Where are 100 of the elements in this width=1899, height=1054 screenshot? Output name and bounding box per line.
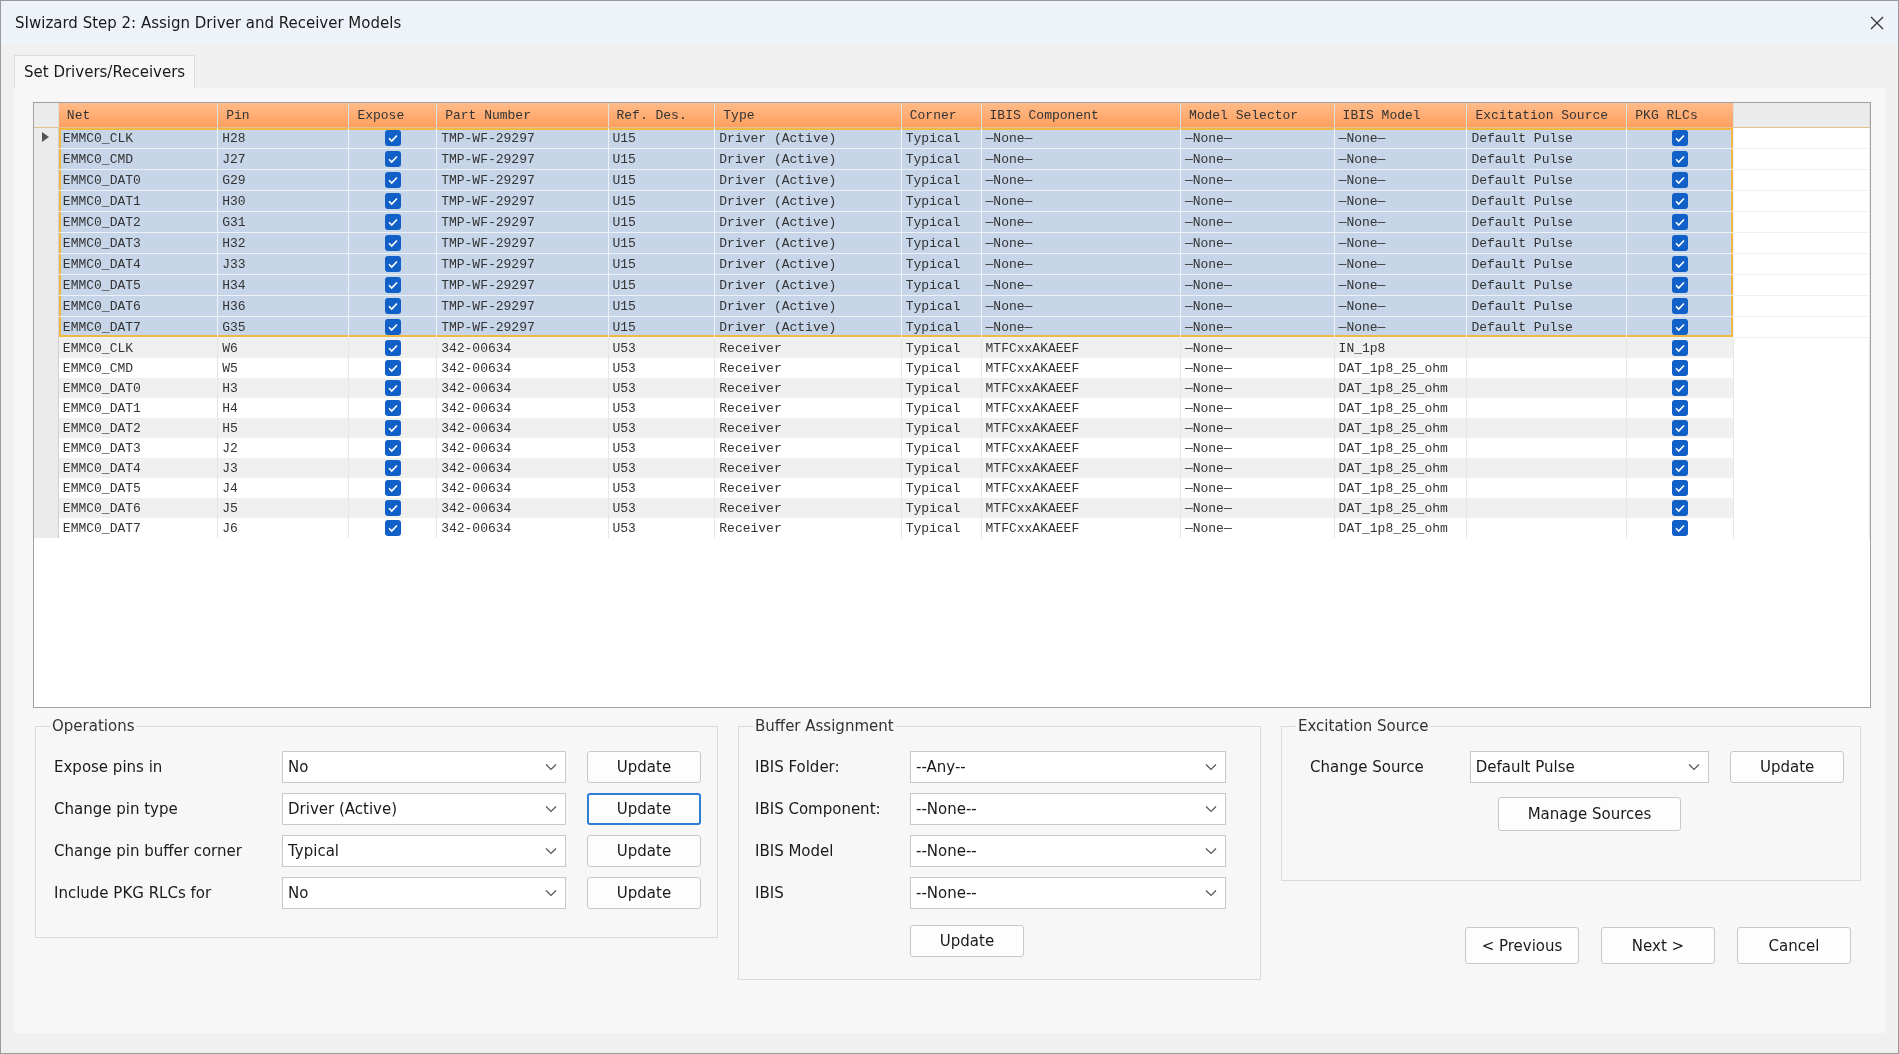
checkbox[interactable] xyxy=(1672,480,1689,496)
update-button[interactable]: Update xyxy=(910,925,1024,957)
table-cell: —None— xyxy=(985,277,1033,293)
checkbox[interactable] xyxy=(1672,193,1689,209)
checkbox[interactable] xyxy=(384,319,401,335)
update-button[interactable]: Update xyxy=(587,793,701,825)
dropdown[interactable]: --None-- xyxy=(910,835,1226,867)
table-cell: Receiver xyxy=(719,380,782,396)
dropdown[interactable]: Default Pulse xyxy=(1469,751,1710,783)
checkbox[interactable] xyxy=(1672,130,1689,146)
column-header[interactable]: IBIS Component xyxy=(981,103,1181,128)
table-cell: Typical xyxy=(905,214,961,230)
column-header[interactable]: Type xyxy=(714,103,902,128)
checkbox[interactable] xyxy=(1672,319,1689,335)
checkbox[interactable] xyxy=(384,380,401,396)
manage-sources-button[interactable]: Manage Sources xyxy=(1498,797,1681,831)
table-cell: EMMC0_DAT4 xyxy=(62,460,141,476)
tab[interactable]: Set Drivers/Receivers xyxy=(14,55,196,88)
checkbox[interactable] xyxy=(1672,460,1689,476)
checkbox[interactable] xyxy=(384,277,401,293)
table-cell: U15 xyxy=(612,172,636,188)
table-cell: —None— xyxy=(1184,193,1232,209)
checkbox[interactable] xyxy=(384,360,401,376)
checkbox[interactable] xyxy=(1672,340,1689,356)
checkbox[interactable] xyxy=(384,440,401,456)
checkbox[interactable] xyxy=(384,520,401,536)
close-icon[interactable] xyxy=(1870,16,1884,30)
update-button[interactable]: Update xyxy=(1730,751,1844,783)
table-cell: Default Pulse xyxy=(1471,151,1573,167)
column-header[interactable]: Excitation Source xyxy=(1466,103,1627,128)
checkbox[interactable] xyxy=(1672,298,1689,314)
checkbox[interactable] xyxy=(384,400,401,416)
checkbox[interactable] xyxy=(1672,151,1689,167)
checkbox[interactable] xyxy=(1672,400,1689,416)
column-header[interactable]: Ref. Des. xyxy=(608,103,715,128)
column-header[interactable]: PKG RLCs xyxy=(1626,103,1734,128)
dropdown[interactable]: --None-- xyxy=(910,877,1226,909)
table-cell: EMMC0_DAT1 xyxy=(62,400,141,416)
checkbox[interactable] xyxy=(384,340,401,356)
checkbox[interactable] xyxy=(1672,500,1689,516)
field-label: IBIS Folder: xyxy=(755,758,841,776)
dialog-button[interactable]: Cancel xyxy=(1737,927,1851,964)
table-cell: —None— xyxy=(1184,319,1232,335)
table-cell: Receiver xyxy=(719,360,782,376)
checkbox[interactable] xyxy=(1672,277,1689,293)
dialog-button[interactable]: Next > xyxy=(1601,927,1715,964)
table-cell: J33 xyxy=(222,256,246,272)
checkbox[interactable] xyxy=(384,256,401,272)
update-button[interactable]: Update xyxy=(587,751,701,783)
table-cell: —None— xyxy=(985,256,1033,272)
checkbox[interactable] xyxy=(1672,420,1689,436)
table-cell: —None— xyxy=(1184,400,1232,416)
dropdown[interactable]: --None-- xyxy=(910,793,1226,825)
table-cell: TMP-WF-29297 xyxy=(441,214,535,230)
checkbox[interactable] xyxy=(384,298,401,314)
dropdown[interactable]: --Any-- xyxy=(910,751,1226,783)
column-header[interactable]: Model Selector xyxy=(1180,103,1335,128)
checkbox[interactable] xyxy=(384,193,401,209)
table-cell: U15 xyxy=(612,277,636,293)
table-cell: Receiver xyxy=(719,480,782,496)
table-cell: 342-00634 xyxy=(441,340,512,356)
table-cell: —None— xyxy=(1338,172,1386,188)
checkbox[interactable] xyxy=(1672,256,1689,272)
checkbox[interactable] xyxy=(1672,360,1689,376)
column-header[interactable]: Net xyxy=(58,103,218,128)
checkbox[interactable] xyxy=(384,500,401,516)
checkbox[interactable] xyxy=(384,214,401,230)
dropdown[interactable]: Driver (Active) xyxy=(282,793,566,825)
checkbox[interactable] xyxy=(384,420,401,436)
checkbox[interactable] xyxy=(384,130,401,146)
group-title: Buffer Assignment xyxy=(753,717,896,735)
table-cell: TMP-WF-29297 xyxy=(441,193,535,209)
checkbox[interactable] xyxy=(1672,214,1689,230)
checkbox[interactable] xyxy=(1672,172,1689,188)
checkbox[interactable] xyxy=(384,480,401,496)
column-header[interactable]: Expose xyxy=(348,103,437,128)
column-header[interactable]: Corner xyxy=(901,103,982,128)
dropdown[interactable]: No xyxy=(282,751,566,783)
column-header[interactable]: IBIS Model xyxy=(1334,103,1467,128)
checkbox[interactable] xyxy=(1672,520,1689,536)
checkbox[interactable] xyxy=(1672,380,1689,396)
checkbox[interactable] xyxy=(384,235,401,251)
checkbox[interactable] xyxy=(1672,235,1689,251)
checkbox[interactable] xyxy=(384,151,401,167)
dialog-button[interactable]: < Previous xyxy=(1465,927,1579,964)
table-cell: 342-00634 xyxy=(441,420,512,436)
table-cell: H36 xyxy=(222,298,246,314)
table-cell: —None— xyxy=(985,193,1033,209)
update-button[interactable]: Update xyxy=(587,835,701,867)
column-header[interactable]: Pin xyxy=(217,103,349,128)
checkbox[interactable] xyxy=(1672,440,1689,456)
checkbox[interactable] xyxy=(384,460,401,476)
update-button[interactable]: Update xyxy=(587,877,701,909)
caret-icon xyxy=(1205,847,1217,855)
table-cell: Driver (Active) xyxy=(719,298,837,314)
column-header[interactable]: Part Number xyxy=(436,103,608,128)
dropdown[interactable]: Typical xyxy=(282,835,566,867)
table-cell: —None— xyxy=(1338,256,1386,272)
checkbox[interactable] xyxy=(384,172,401,188)
dropdown[interactable]: No xyxy=(282,877,566,909)
